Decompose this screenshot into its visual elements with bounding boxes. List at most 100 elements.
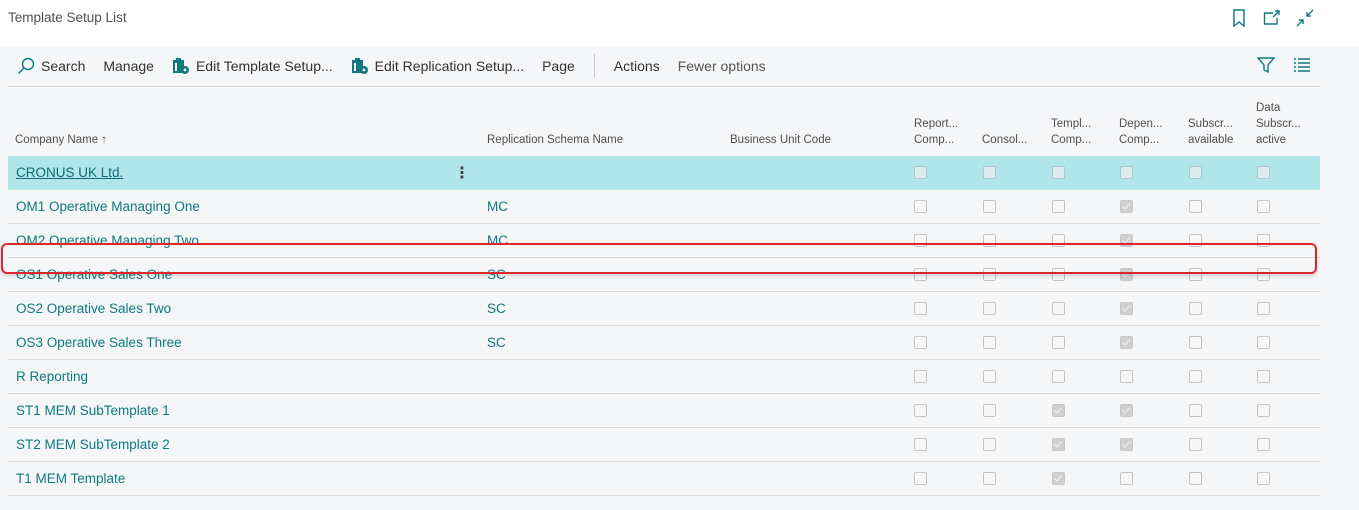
column-header-consolidation[interactable]: Consol... <box>982 132 1027 148</box>
data-subscription-active-checkbox[interactable] <box>1257 268 1270 281</box>
table-row[interactable]: CRONUS UK Ltd. ⋮ <box>8 156 1320 190</box>
data-subscription-active-checkbox[interactable] <box>1257 302 1270 315</box>
company-name-cell[interactable]: OS2 Operative Sales Two <box>16 292 171 325</box>
template-company-checkbox[interactable] <box>1052 472 1065 485</box>
edit-replication-setup-button[interactable]: Edit Replication Setup... <box>342 51 533 81</box>
page-menu[interactable]: Page <box>533 51 584 81</box>
dependent-company-checkbox[interactable] <box>1120 268 1133 281</box>
subscription-available-checkbox[interactable] <box>1189 370 1202 383</box>
dependent-company-checkbox[interactable] <box>1120 234 1133 247</box>
dependent-company-checkbox[interactable] <box>1120 404 1133 417</box>
subscription-available-checkbox[interactable] <box>1189 166 1202 179</box>
replication-schema-cell[interactable]: SC <box>487 292 506 325</box>
reporting-company-checkbox[interactable] <box>914 268 927 281</box>
template-company-checkbox[interactable] <box>1052 166 1065 179</box>
replication-schema-cell[interactable]: MC <box>487 190 508 223</box>
consolidation-checkbox[interactable] <box>983 234 996 247</box>
fewer-options-button[interactable]: Fewer options <box>669 51 775 81</box>
replication-schema-cell[interactable]: SC <box>487 326 506 359</box>
table-row[interactable]: OS3 Operative Sales Three SC <box>8 326 1320 360</box>
data-subscription-active-checkbox[interactable] <box>1257 166 1270 179</box>
template-company-checkbox[interactable] <box>1052 336 1065 349</box>
reporting-company-checkbox[interactable] <box>914 404 927 417</box>
table-row[interactable]: ST2 MEM SubTemplate 2 <box>8 428 1320 462</box>
company-name-cell[interactable]: R Reporting <box>16 360 88 393</box>
reporting-company-checkbox[interactable] <box>914 336 927 349</box>
dependent-company-checkbox[interactable] <box>1120 166 1133 179</box>
dependent-company-checkbox[interactable] <box>1120 472 1133 485</box>
bookmark-icon[interactable] <box>1229 8 1249 28</box>
subscription-available-checkbox[interactable] <box>1189 336 1202 349</box>
reporting-company-checkbox[interactable] <box>914 166 927 179</box>
table-row[interactable]: OM1 Operative Managing One MC <box>8 190 1320 224</box>
subscription-available-checkbox[interactable] <box>1189 404 1202 417</box>
template-company-checkbox[interactable] <box>1052 234 1065 247</box>
template-company-checkbox[interactable] <box>1052 370 1065 383</box>
replication-schema-cell[interactable]: MC <box>487 224 508 257</box>
reporting-company-checkbox[interactable] <box>914 472 927 485</box>
template-company-checkbox[interactable] <box>1052 438 1065 451</box>
company-name-cell[interactable]: T1 MEM Template <box>16 462 125 495</box>
reporting-company-checkbox[interactable] <box>914 200 927 213</box>
template-company-checkbox[interactable] <box>1052 302 1065 315</box>
dependent-company-checkbox[interactable] <box>1120 336 1133 349</box>
column-header-reporting-company[interactable]: Report... Comp... <box>914 116 958 148</box>
dependent-company-checkbox[interactable] <box>1120 438 1133 451</box>
template-company-checkbox[interactable] <box>1052 268 1065 281</box>
open-new-window-icon[interactable] <box>1262 8 1282 28</box>
data-subscription-active-checkbox[interactable] <box>1257 472 1270 485</box>
data-subscription-active-checkbox[interactable] <box>1257 438 1270 451</box>
subscription-available-checkbox[interactable] <box>1189 302 1202 315</box>
company-name-cell[interactable]: OS3 Operative Sales Three <box>16 326 182 359</box>
company-name-cell[interactable]: ST2 MEM SubTemplate 2 <box>16 428 170 461</box>
table-row[interactable]: OS1 Operative Sales One SC <box>8 258 1320 292</box>
edit-template-setup-button[interactable]: Edit Template Setup... <box>163 51 342 81</box>
dependent-company-checkbox[interactable] <box>1120 302 1133 315</box>
data-subscription-active-checkbox[interactable] <box>1257 404 1270 417</box>
manage-menu[interactable]: Manage <box>94 51 163 81</box>
consolidation-checkbox[interactable] <box>983 438 996 451</box>
subscription-available-checkbox[interactable] <box>1189 472 1202 485</box>
consolidation-checkbox[interactable] <box>983 302 996 315</box>
row-more-options-icon[interactable]: ⋮ <box>454 156 470 189</box>
search-button[interactable]: Search <box>8 51 94 81</box>
subscription-available-checkbox[interactable] <box>1189 438 1202 451</box>
consolidation-checkbox[interactable] <box>983 200 996 213</box>
company-name-cell[interactable]: OM2 Operative Managing Two <box>16 224 199 257</box>
column-header-subscription-available[interactable]: Subscr... available <box>1188 116 1233 148</box>
consolidation-checkbox[interactable] <box>983 268 996 281</box>
company-name-cell[interactable]: OS1 Operative Sales One <box>16 258 172 291</box>
column-header-replication-schema[interactable]: Replication Schema Name <box>487 132 623 148</box>
template-company-checkbox[interactable] <box>1052 200 1065 213</box>
column-header-business-unit[interactable]: Business Unit Code <box>730 132 831 148</box>
consolidation-checkbox[interactable] <box>983 370 996 383</box>
table-row[interactable]: T1 MEM Template <box>8 462 1320 496</box>
company-name-cell[interactable]: OM1 Operative Managing One <box>16 190 200 223</box>
consolidation-checkbox[interactable] <box>983 336 996 349</box>
replication-schema-cell[interactable]: SC <box>487 258 506 291</box>
consolidation-checkbox[interactable] <box>983 404 996 417</box>
filter-icon[interactable] <box>1256 55 1276 75</box>
actions-menu[interactable]: Actions <box>605 51 669 81</box>
table-row[interactable]: OS2 Operative Sales Two SC <box>8 292 1320 326</box>
table-row[interactable]: R Reporting <box>8 360 1320 394</box>
dependent-company-checkbox[interactable] <box>1120 370 1133 383</box>
subscription-available-checkbox[interactable] <box>1189 268 1202 281</box>
table-row[interactable]: OM2 Operative Managing Two MC <box>8 224 1320 258</box>
reporting-company-checkbox[interactable] <box>914 234 927 247</box>
column-header-dependent-company[interactable]: Depen... Comp... <box>1119 116 1162 148</box>
column-header-template-company[interactable]: Templ... Comp... <box>1051 116 1091 148</box>
list-view-icon[interactable] <box>1292 55 1312 75</box>
column-header-data-subscription-active[interactable]: Data Subscr... active <box>1256 100 1301 148</box>
consolidation-checkbox[interactable] <box>983 472 996 485</box>
reporting-company-checkbox[interactable] <box>914 302 927 315</box>
column-header-company-name[interactable]: Company Name ↑ <box>15 132 107 148</box>
data-subscription-active-checkbox[interactable] <box>1257 200 1270 213</box>
data-subscription-active-checkbox[interactable] <box>1257 234 1270 247</box>
table-row[interactable]: ST1 MEM SubTemplate 1 <box>8 394 1320 428</box>
company-name-cell[interactable]: CRONUS UK Ltd. <box>16 156 123 189</box>
collapse-icon[interactable] <box>1295 8 1315 28</box>
consolidation-checkbox[interactable] <box>983 166 996 179</box>
subscription-available-checkbox[interactable] <box>1189 234 1202 247</box>
data-subscription-active-checkbox[interactable] <box>1257 336 1270 349</box>
